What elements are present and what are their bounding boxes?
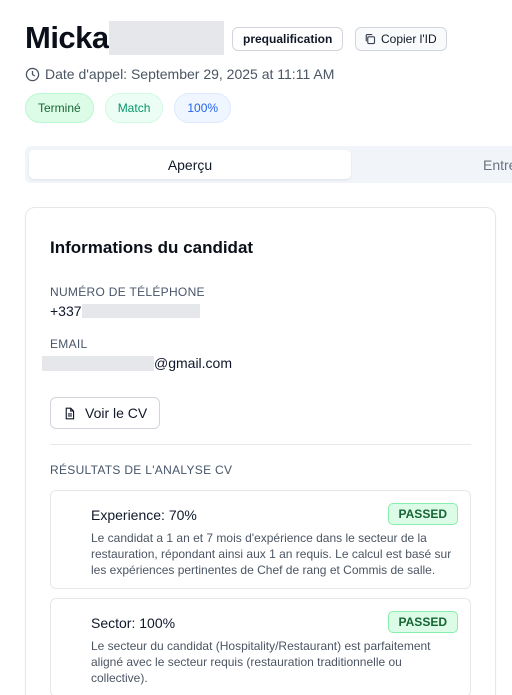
result-description: Le candidat a 1 an et 7 mois d'expérienc… [91,531,452,577]
phone-prefix: +337 [50,303,82,319]
phone-label: NUMÉRO DE TÉLÉPHONE [50,285,205,299]
card-title: Informations du candidat [50,238,254,257]
status-badge: Terminé [25,93,94,123]
redacted-email-user [42,355,154,371]
tab-bar: Aperçu Entre [25,146,512,183]
passed-badge: PASSED [387,503,458,525]
call-date: Date d'appel: September 29, 2025 at 11:1… [25,66,334,82]
call-type-badge: prequalification [232,27,344,51]
view-cv-button[interactable]: Voir le CV [50,397,161,429]
status-badges: Terminé Match 100% [25,93,232,123]
copy-id-label: Copier l'ID [381,32,437,46]
email-label: EMAIL [50,337,88,351]
copy-id-button[interactable]: Copier l'ID [355,27,447,51]
email-domain: @gmail.com [154,355,233,371]
redacted-phone [81,304,200,318]
analysis-section-label: RÉSULTATS DE L'ANALYSE CV [50,463,233,477]
result-card-sector: Sector: 100% PASSED Le secteur du candid… [50,598,471,695]
passed-badge: PASSED [387,611,458,633]
result-title: Sector: 100% [91,615,176,631]
clock-icon [25,67,40,82]
call-date-text: Date d'appel: September 29, 2025 at 11:1… [45,66,335,82]
phone-value: +337 [50,303,200,319]
score-badge: 100% [174,93,232,123]
result-title: Experience: 70% [91,507,197,523]
match-badge: Match [104,93,164,123]
candidate-info-card: Informations du candidat NUMÉRO DE TÉLÉP… [25,207,496,695]
email-value: @gmail.com [42,355,232,371]
tab-entretien[interactable]: Entre [483,150,512,179]
result-card-experience: Experience: 70% PASSED Le candidat a 1 a… [50,490,471,589]
redacted-surname [108,21,224,55]
result-description: Le secteur du candidat (Hospitality/Rest… [91,639,431,685]
candidate-name: Micka [25,20,109,55]
copy-icon [364,33,376,45]
tab-apercu[interactable]: Aperçu [29,150,351,179]
view-cv-label: Voir le CV [85,405,148,421]
candidate-header: Micka [25,20,224,56]
document-icon [63,407,76,420]
divider [50,444,471,445]
